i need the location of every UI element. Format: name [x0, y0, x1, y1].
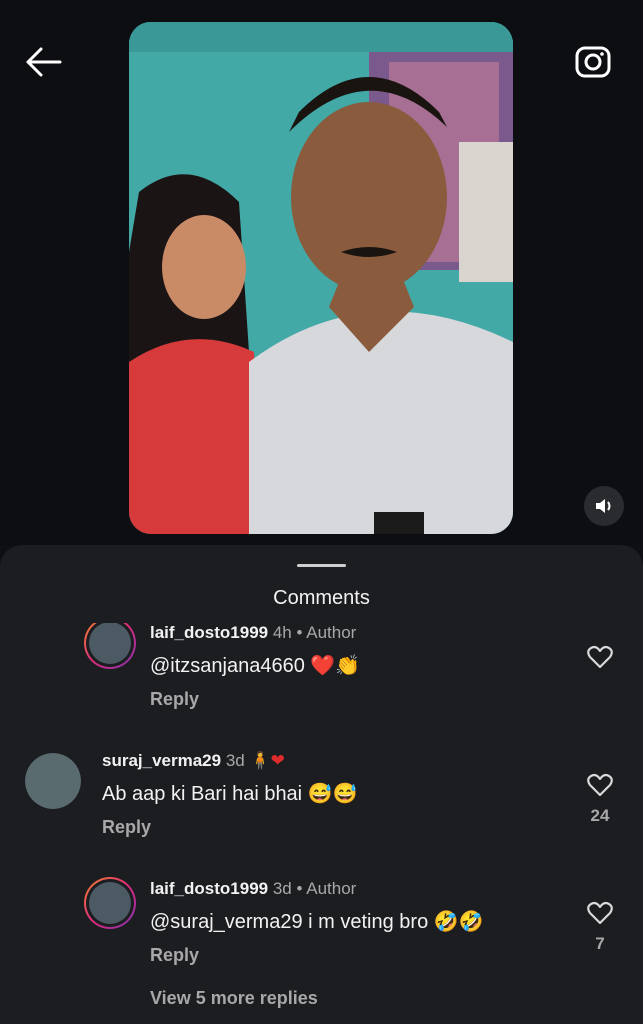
arrow-left-icon	[26, 47, 62, 77]
username[interactable]: laif_dosto1999	[150, 879, 268, 898]
creator-liked-badge: 🧍❤	[249, 751, 285, 770]
like-count: 24	[590, 806, 610, 825]
like-button[interactable]: 24	[586, 773, 614, 826]
reply-button[interactable]: Reply	[150, 945, 199, 966]
username[interactable]: laif_dosto1999	[150, 623, 268, 642]
back-button[interactable]	[24, 44, 62, 80]
media-viewer	[0, 0, 643, 545]
comment-list[interactable]: laif_dosto1999 4h • Author @itzsanjana46…	[0, 623, 643, 1024]
comment-reply: laif_dosto1999 3d • Author @suraj_verma2…	[0, 873, 643, 983]
comment-text: @itzsanjana4660 ❤️👏	[150, 655, 361, 677]
avatar[interactable]	[84, 877, 136, 929]
separator-dot: •	[296, 879, 303, 898]
comment-meta: laif_dosto1999 3d • Author	[150, 879, 356, 899]
heart-icon	[587, 645, 613, 669]
view-more-replies-button[interactable]: View 5 more replies	[150, 988, 318, 1009]
comment-meta: suraj_verma29 3d 🧍❤	[102, 751, 285, 771]
comments-sheet: Comments laif_dosto1999 4h • Author @itz…	[0, 545, 643, 1024]
comment-time: 3d	[225, 751, 245, 770]
comment-text: Ab aap ki Bari hai bhai 😅😅	[102, 783, 358, 805]
speaker-icon	[596, 499, 611, 513]
like-button[interactable]: 7	[586, 901, 614, 954]
reply-button[interactable]: Reply	[102, 817, 151, 838]
sheet-title: Comments	[273, 587, 370, 609]
avatar[interactable]	[84, 623, 136, 669]
separator-dot: •	[296, 623, 303, 642]
like-button[interactable]	[586, 645, 614, 674]
comment-time: 3d	[272, 879, 292, 898]
heart-icon	[587, 773, 613, 797]
comment-item: suraj_verma29 3d 🧍❤ Ab aap ki Bari hai b…	[0, 743, 643, 873]
comment-time: 4h	[272, 623, 292, 642]
drag-handle[interactable]	[297, 564, 346, 567]
like-count: 7	[595, 934, 605, 953]
author-badge: Author	[306, 623, 357, 642]
comment-text: @suraj_verma29 i m veting bro 🤣🤣	[150, 911, 484, 933]
camera-button[interactable]	[574, 42, 612, 80]
sound-toggle-button[interactable]	[584, 486, 624, 526]
author-badge: Author	[306, 879, 357, 898]
camera-icon	[575, 46, 611, 78]
comment-meta: laif_dosto1999 4h • Author	[150, 623, 356, 643]
avatar[interactable]	[25, 753, 81, 809]
comment-reply: laif_dosto1999 4h • Author @itzsanjana46…	[0, 623, 643, 743]
selfie-image	[129, 22, 513, 534]
photo[interactable]	[129, 22, 513, 534]
reply-button[interactable]: Reply	[150, 689, 199, 710]
heart-icon	[587, 901, 613, 925]
username[interactable]: suraj_verma29	[102, 751, 221, 770]
